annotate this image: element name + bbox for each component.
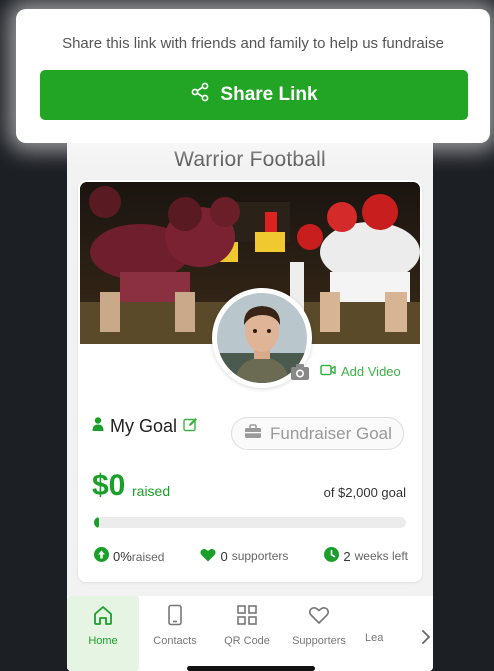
progress-fill bbox=[94, 517, 99, 528]
fundraiser-goal-button[interactable]: Fundraiser Goal bbox=[231, 417, 404, 450]
nav-item-leaderboard[interactable]: Lea bbox=[355, 596, 405, 671]
goal-amount: of $2,000 goal bbox=[323, 485, 406, 500]
edit-icon[interactable] bbox=[183, 417, 198, 437]
progress-bar bbox=[94, 517, 406, 528]
time-label: weeks left bbox=[354, 549, 408, 563]
nav-label: Supporters bbox=[292, 635, 346, 647]
team-title: Warrior Football bbox=[174, 148, 326, 171]
heart-icon bbox=[308, 604, 330, 629]
fundraiser-goal-label: Fundraiser Goal bbox=[270, 423, 392, 443]
user-icon bbox=[92, 417, 104, 436]
heart-filled-icon bbox=[200, 548, 216, 565]
nav-item-supporters[interactable]: Supporters bbox=[283, 596, 355, 671]
nav-label: Lea bbox=[365, 632, 384, 644]
qr-code-icon bbox=[236, 604, 258, 629]
nav-item-home[interactable]: Home bbox=[67, 596, 139, 671]
phone-icon bbox=[164, 604, 186, 629]
percent-label: raised bbox=[131, 549, 165, 564]
chevron-right-icon[interactable] bbox=[421, 629, 431, 650]
app-screen: Warrior Football Add Video My Goal Fundr… bbox=[67, 138, 433, 671]
my-goal: My Goal bbox=[92, 416, 198, 437]
nav-label: Home bbox=[88, 635, 118, 647]
percent-value: 0% bbox=[113, 548, 132, 564]
stat-percent: 0%raised bbox=[94, 547, 164, 565]
home-icon bbox=[92, 604, 114, 629]
nav-label: QR Code bbox=[224, 635, 270, 647]
share-link-button[interactable]: Share Link bbox=[40, 70, 468, 120]
nav-label: Contacts bbox=[153, 635, 197, 647]
my-goal-label: My Goal bbox=[110, 416, 178, 436]
clock-icon bbox=[324, 547, 340, 565]
camera-icon[interactable] bbox=[290, 363, 310, 381]
nav-item-qr-code[interactable]: QR Code bbox=[211, 596, 283, 671]
time-value: 2 bbox=[343, 548, 351, 564]
supporters-value: 0 bbox=[220, 548, 228, 564]
stat-time-left: 2 weeks left bbox=[324, 547, 408, 565]
add-video-button[interactable]: Add Video bbox=[320, 364, 401, 379]
add-video-label: Add Video bbox=[341, 364, 401, 379]
bottom-nav: Home Contacts QR Code Supporters Lea bbox=[67, 596, 433, 671]
share-message: Share this link with friends and family … bbox=[62, 35, 444, 52]
video-camera-icon bbox=[320, 364, 336, 379]
raised-amount: $0 bbox=[92, 469, 126, 502]
home-indicator bbox=[187, 666, 315, 671]
share-icon bbox=[190, 82, 210, 108]
share-popup: Share this link with friends and family … bbox=[16, 9, 490, 143]
nav-item-contacts[interactable]: Contacts bbox=[139, 596, 211, 671]
arrow-up-circle-icon bbox=[94, 547, 109, 565]
raised-label: raised bbox=[132, 483, 171, 499]
stats-row: 0%raised 0 supporters 2 weeks left bbox=[94, 547, 408, 565]
briefcase-icon bbox=[244, 423, 262, 444]
supporters-label: supporters bbox=[231, 549, 289, 563]
fundraiser-card: Add Video My Goal Fundraiser Goal $0 rai… bbox=[78, 180, 422, 582]
stat-supporters: 0 supporters bbox=[200, 547, 288, 565]
share-link-label: Share Link bbox=[220, 84, 318, 105]
